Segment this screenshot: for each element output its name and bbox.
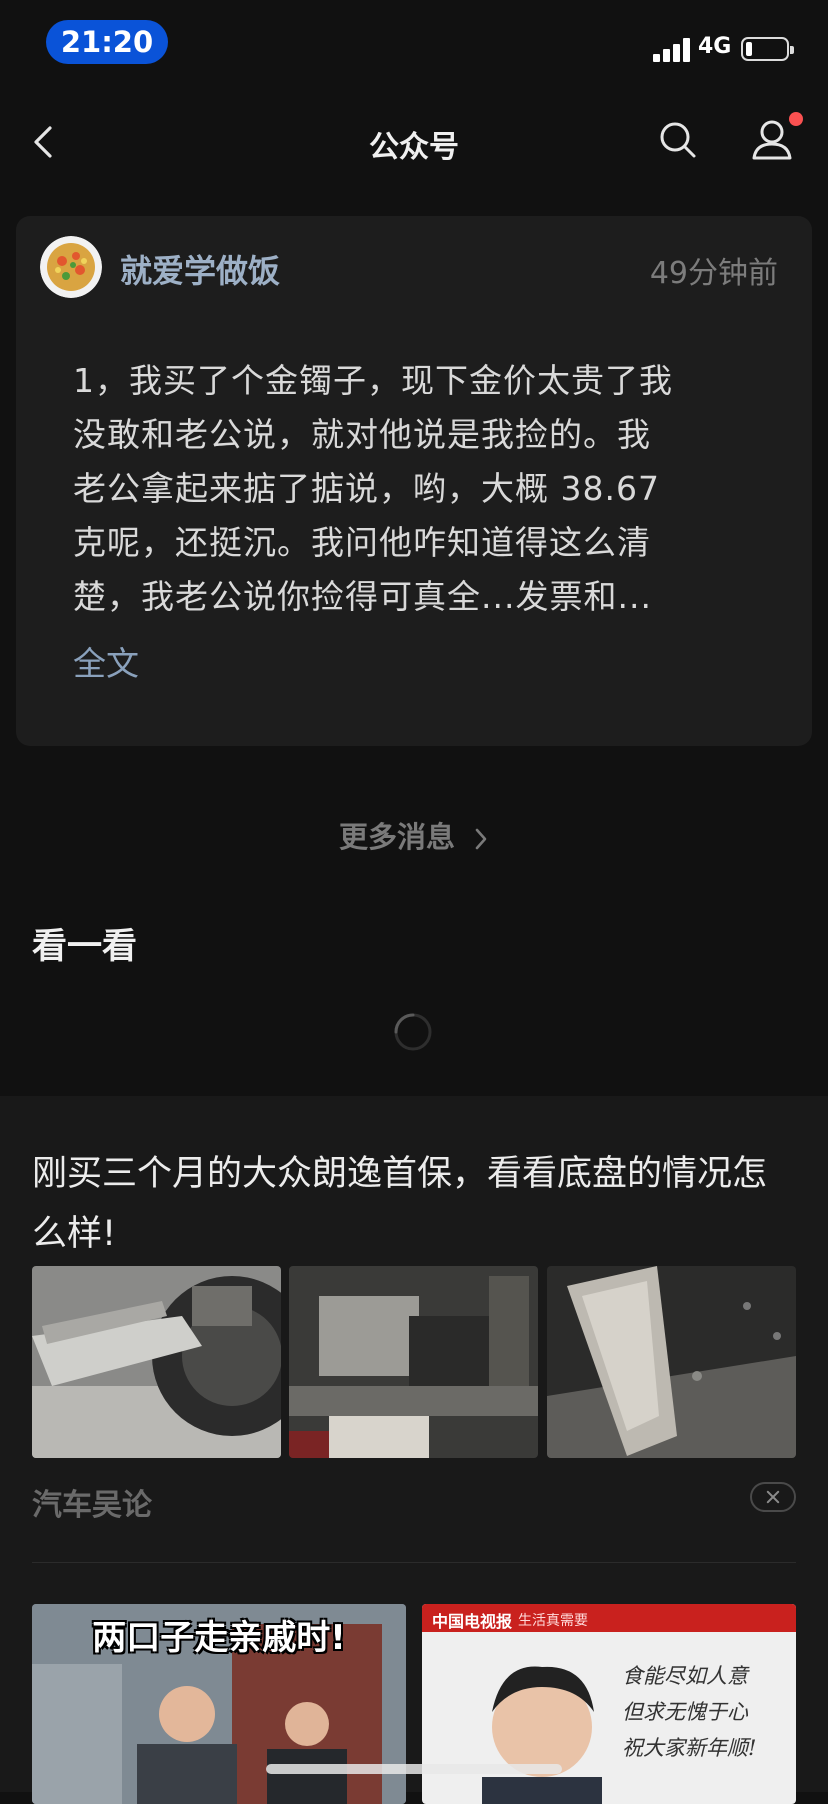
message-card[interactable]: 就爱学做饭 49分钟前 1，我买了个金镯子，现下金价太贵了我 没敢和老公说，就对… [16,216,812,746]
video-banner: 中国电视报 生活真需要 [422,1604,796,1632]
message-time: 49分钟前 [649,256,778,291]
message-line: 1，我买了个金镯子，现下金价太贵了我 [73,361,673,400]
script-line: 食能尽如人意 [622,1664,748,1688]
script-line: 但求无愧于心 [622,1700,748,1724]
feed: 刚买三个月的大众朗逸首保，看看底盘的情况怎么样! 汽车吴论 两口子走亲戚时! 中… [0,1096,828,1804]
chevron-right-icon [475,828,487,850]
message-line: 克呢，还挺沉。我问他咋知道得这么清 [73,523,651,562]
profile-icon[interactable] [748,116,796,164]
loading-spinner-icon [394,1013,432,1051]
network-type: 4G [698,34,732,59]
full-text-link[interactable]: 全文 [73,637,139,685]
article-thumbnails[interactable] [32,1266,796,1458]
article-thumbnail[interactable] [289,1266,538,1458]
account-name[interactable]: 就爱学做饭 [120,246,280,292]
more-messages-label: 更多消息 [338,820,455,854]
page-title: 公众号 [369,130,459,165]
message-line: 没敢和老公说，就对他说是我捡的。我 [73,415,651,454]
home-indicator[interactable] [266,1764,562,1774]
battery-icon [741,37,794,61]
divider [32,1562,796,1563]
video-caption: 两口子走亲戚时! [92,1618,346,1658]
section-title: 看一看 [32,927,138,967]
message-line: 老公拿起来掂了掂说，哟，大概 38.67 [73,469,660,508]
video-script: 食能尽如人意 但求无愧于心 祝大家新年顺! [622,1658,792,1766]
video-card[interactable]: 中国电视报 生活真需要 食能尽如人意 但求无愧于心 祝大家新年顺! [422,1604,796,1804]
video-brand: 中国电视报 [432,1612,513,1631]
status-time: 21:20 [46,20,168,64]
message-text[interactable]: 1，我买了个金镯子，现下金价太贵了我 没敢和老公说，就对他说是我捡的。我 老公拿… [73,354,763,624]
search-icon[interactable] [656,118,700,162]
account-avatar[interactable] [40,236,102,298]
notification-dot [789,112,803,126]
message-line: 楚，我老公说你捡得可真全...发票和... [73,577,652,616]
nav-bar: 公众号 [0,96,828,186]
close-icon[interactable] [750,1482,796,1512]
article-thumbnail[interactable] [547,1266,796,1458]
article-source[interactable]: 汽车吴论 [32,1480,152,1524]
article-title[interactable]: 刚买三个月的大众朗逸首保，看看底盘的情况怎么样! [32,1144,792,1264]
video-tag: 生活真需要 [518,1613,588,1629]
signal-icon [653,38,691,62]
script-line: 祝大家新年顺! [622,1736,757,1760]
video-card[interactable]: 两口子走亲戚时! [32,1604,406,1804]
status-bar: 21:20 4G [0,0,828,86]
more-messages-link[interactable]: 更多消息 [0,814,828,856]
article-thumbnail[interactable] [32,1266,281,1458]
